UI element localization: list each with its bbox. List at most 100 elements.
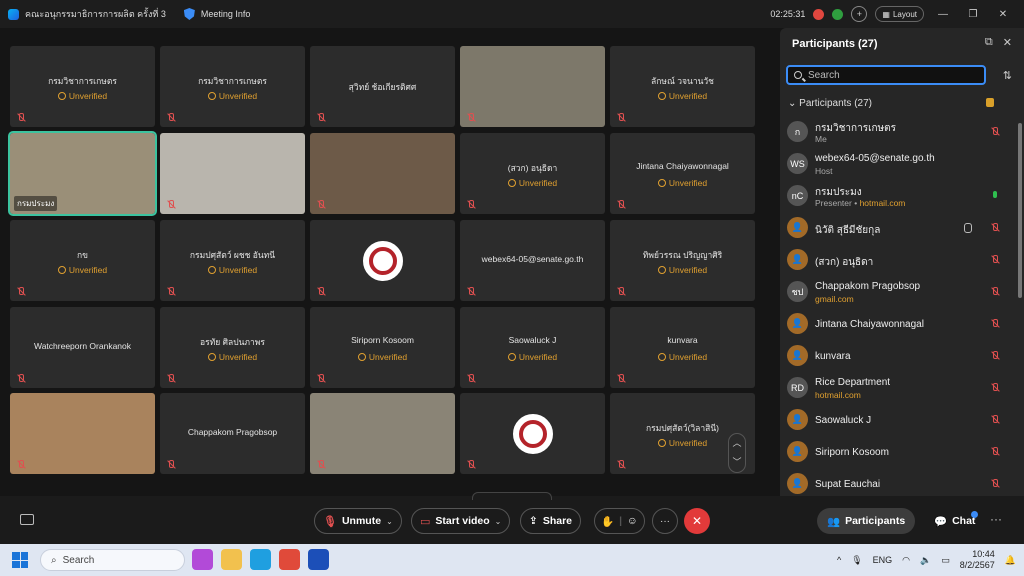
mic-off-icon[interactable] (990, 127, 1000, 137)
participant-search[interactable] (786, 65, 986, 85)
shield-icon[interactable] (183, 8, 195, 20)
video-tile[interactable]: (สวก) อนุธิดา Unverified (460, 133, 605, 214)
panel-close-icon[interactable]: ✕ (1003, 36, 1012, 49)
video-tile[interactable]: ลักษณ์ วจนานวัช Unverified (610, 46, 755, 127)
chevron-down-icon[interactable]: ⌄ (495, 517, 502, 526)
unmute-button[interactable]: 🎙 Unmute ⌄ (314, 508, 402, 534)
chevron-down-icon[interactable]: ⌄ (386, 517, 393, 526)
video-tile[interactable] (310, 133, 455, 214)
participant-row[interactable]: 👤 Siriporn Kosoom (780, 436, 1012, 468)
lock-icon[interactable] (986, 98, 994, 107)
video-tile[interactable]: Chappakom Pragobsop (160, 393, 305, 474)
participant-row[interactable]: 👤 นิวัติ สุธีมีชัยกุล (780, 212, 1012, 244)
mic-off-icon[interactable] (990, 223, 1000, 233)
video-tile[interactable] (460, 393, 605, 474)
participants-button[interactable]: 👥 Participants (817, 508, 916, 534)
popout-icon[interactable]: ⧉ (985, 36, 993, 49)
panel-scrollbar[interactable] (1018, 123, 1022, 298)
share-button[interactable]: ⇪ Share (520, 508, 581, 534)
captions-icon[interactable] (20, 514, 34, 525)
mic-off-icon[interactable] (990, 319, 1000, 329)
meeting-info-link[interactable]: Meeting Info (201, 9, 251, 19)
participant-row[interactable]: 👤 (สวก) อนุธิดา (780, 244, 1012, 276)
participant-row[interactable]: RD Rice Department hotmail.com (780, 372, 1012, 404)
mic-off-icon[interactable] (990, 415, 1000, 425)
more-panels-icon[interactable]: ··· (990, 512, 1002, 526)
taskbar-clock[interactable]: 10:44 8/2/2567 (960, 549, 995, 571)
edge-icon[interactable] (250, 549, 271, 570)
raise-hand-icon[interactable]: ✋ (601, 515, 614, 528)
senate-seal-icon (512, 413, 553, 454)
video-tile[interactable] (310, 220, 455, 301)
video-tile[interactable]: ทิพย์วรรณ ปริญญาศิริ Unverified (610, 220, 755, 301)
participant-search-input[interactable] (808, 68, 978, 82)
mic-icon[interactable]: 🎙 (851, 555, 862, 566)
windows-start-icon[interactable] (12, 552, 28, 568)
video-tile[interactable]: Watchreeporn Orankanok (10, 307, 155, 388)
participant-row[interactable]: 👤 Saowaluck J (780, 404, 1012, 436)
video-tile[interactable]: Saowaluck J Unverified (460, 307, 605, 388)
zoom-icon[interactable]: + (851, 6, 868, 22)
mic-off-icon (316, 374, 326, 384)
video-tile[interactable] (460, 46, 605, 127)
video-tile[interactable]: กข Unverified (10, 220, 155, 301)
start-video-button[interactable]: ▭ Start video ⌄ (411, 508, 511, 534)
bar-handle[interactable] (472, 492, 552, 500)
mic-off-icon: 🎙 (323, 515, 337, 528)
file-explorer-icon[interactable] (221, 549, 242, 570)
connection-icon[interactable] (832, 8, 844, 20)
participant-row[interactable]: ก กรมวิชาการเกษตร Me (780, 116, 1012, 148)
restore-icon[interactable]: ❐ (962, 9, 984, 20)
webex-taskbar-icon[interactable] (308, 549, 329, 570)
participants-group[interactable]: ⌄ Participants (27) (788, 98, 872, 109)
unverified-badge: Unverified (10, 265, 155, 275)
close-icon[interactable]: ✕ (992, 9, 1014, 20)
mic-off-icon[interactable] (990, 447, 1000, 457)
video-tile[interactable] (160, 133, 305, 214)
emoji-icon[interactable]: ☺ (627, 515, 638, 527)
sort-icon[interactable]: ⇅ (1003, 69, 1012, 82)
chrome-icon[interactable] (279, 549, 300, 570)
taskbar-search[interactable]: ⌕ Search (40, 549, 185, 571)
language-indicator[interactable]: ENG (873, 555, 893, 565)
copilot-icon[interactable] (192, 549, 213, 570)
video-tile[interactable]: kunvara Unverified (610, 307, 755, 388)
mic-off-icon[interactable] (990, 479, 1000, 489)
tile-name: กข (77, 250, 88, 260)
video-tile[interactable]: กรมวิชาการเกษตร Unverified (160, 46, 305, 127)
video-tile[interactable]: กรมวิชาการเกษตร Unverified (10, 46, 155, 127)
chevron-down-icon[interactable]: ﹀ (729, 453, 745, 472)
participant-row[interactable]: 👤 Jintana Chaiyawonnagal (780, 308, 1012, 340)
layout-button[interactable]: ▦ Layout (875, 6, 924, 22)
reactions-group[interactable]: ✋ | ☺ (594, 508, 645, 534)
video-tile[interactable] (310, 393, 455, 474)
video-tile[interactable]: Jintana Chaiyawonnagal Unverified (610, 133, 755, 214)
video-tile[interactable]: webex64-05@senate.go.th (460, 220, 605, 301)
minimize-icon[interactable]: — (932, 9, 954, 20)
video-tile[interactable]: สุวิทย์ ช้อเกียรติศศ (310, 46, 455, 127)
volume-icon[interactable]: 🔈 (920, 555, 931, 566)
mic-on-icon[interactable] (990, 191, 1000, 201)
mic-off-icon[interactable] (990, 383, 1000, 393)
video-tile[interactable]: Siriporn Kosoom Unverified (310, 307, 455, 388)
video-tile[interactable]: กรมปศุสัตว์ ผชช อันทนี Unverified (160, 220, 305, 301)
chevron-up-icon[interactable]: ^ (837, 555, 841, 565)
mic-off-icon[interactable] (990, 351, 1000, 361)
battery-icon[interactable]: ▭ (941, 555, 950, 566)
notification-icon[interactable]: 🔔 (1005, 555, 1016, 566)
participant-row[interactable]: ชป Chappakom Pragobsop gmail.com (780, 276, 1012, 308)
wifi-icon[interactable]: ◠ (902, 555, 910, 566)
leave-meeting-button[interactable]: ✕ (684, 508, 710, 534)
mic-off-icon[interactable] (990, 287, 1000, 297)
grid-scroll-control[interactable]: ︿ ﹀ (728, 433, 746, 473)
participant-row[interactable]: nC กรมประมง Presenter • hotmail.com (780, 180, 1012, 212)
participant-row[interactable]: 👤 kunvara (780, 340, 1012, 372)
participant-row[interactable]: WS webex64-05@senate.go.th Host (780, 148, 1012, 180)
video-tile[interactable] (10, 393, 155, 474)
chevron-up-icon[interactable]: ︿ (729, 434, 745, 453)
more-options-icon[interactable]: ··· (652, 508, 678, 534)
mic-off-icon[interactable] (990, 255, 1000, 265)
video-tile[interactable]: กรมประมง (8, 131, 157, 216)
user-icon: 👤 (787, 217, 808, 238)
video-tile[interactable]: อรทัย ศิลปนภาพร Unverified (160, 307, 305, 388)
